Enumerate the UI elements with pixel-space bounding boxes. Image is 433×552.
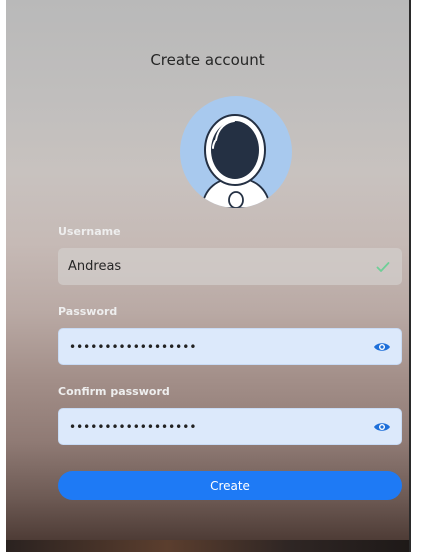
window-edge: [409, 0, 433, 552]
background-landscape-strip: [6, 540, 409, 552]
eye-icon[interactable]: [373, 420, 391, 434]
page-title: Create account: [150, 51, 265, 69]
confirm-password-label: Confirm password: [58, 385, 170, 398]
astronaut-avatar-icon: [201, 114, 271, 208]
password-input[interactable]: [69, 329, 359, 364]
window: Create account Username Andreas Password…: [0, 0, 433, 552]
create-button[interactable]: Create: [58, 471, 402, 500]
confirm-password-field[interactable]: [58, 408, 402, 445]
password-label: Password: [58, 305, 118, 318]
confirm-password-input[interactable]: [69, 409, 359, 444]
username-input[interactable]: [68, 248, 358, 285]
username-label: Username: [58, 225, 121, 238]
password-field[interactable]: [58, 328, 402, 365]
username-field[interactable]: [58, 248, 402, 285]
eye-icon[interactable]: [373, 340, 391, 354]
check-icon: [374, 260, 392, 274]
window-border: [409, 0, 411, 552]
avatar[interactable]: [180, 96, 292, 208]
